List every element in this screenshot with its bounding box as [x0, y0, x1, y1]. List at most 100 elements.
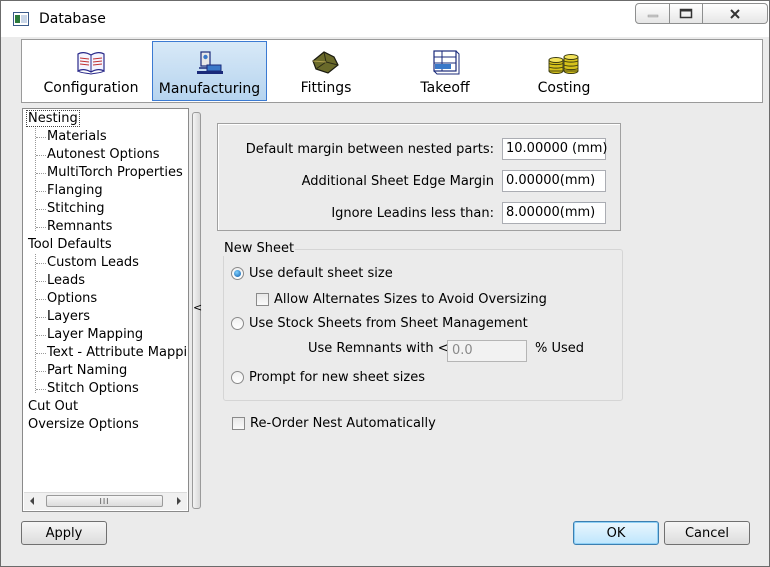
window-app-icon: [13, 12, 29, 26]
tab-takeoff[interactable]: Takeoff: [399, 41, 491, 101]
edge-margin-input[interactable]: 0.00000 (mm): [502, 170, 606, 192]
checkbox-icon: [256, 293, 269, 306]
tree-item-label: Stitch Options: [47, 381, 139, 396]
tree-branch-line: [36, 389, 46, 390]
tree-branch-line: [36, 173, 46, 174]
minimize-icon: [647, 14, 658, 17]
tree-item-stitching[interactable]: Stitching: [47, 200, 105, 218]
tree-item-label: Text - Attribute Mapping: [47, 345, 189, 360]
tree-item-label: Part Naming: [47, 363, 128, 378]
allow-alternates-checkbox[interactable]: Allow Alternates Sizes to Avoid Oversizi…: [256, 292, 547, 307]
cancel-button[interactable]: Cancel: [664, 521, 750, 545]
maximize-button[interactable]: [670, 3, 703, 24]
tree-branch-line: [36, 281, 46, 282]
tab-configuration[interactable]: Configuration: [37, 41, 145, 101]
tree-item-layers[interactable]: Layers: [47, 308, 90, 326]
coins-icon: [548, 54, 579, 74]
use-stock-sheets-radio[interactable]: Use Stock Sheets from Sheet Management: [231, 316, 528, 331]
remnants-percent-input[interactable]: 0.0: [447, 340, 527, 362]
title-bar: Database: [1, 1, 769, 37]
tree-item-multitorch-properties[interactable]: MultiTorch Properties: [47, 164, 183, 182]
tree-item-label: Options: [47, 291, 98, 306]
apply-button[interactable]: Apply: [21, 521, 107, 545]
tree-item-tool-defaults[interactable]: Tool Defaults: [28, 236, 112, 254]
prompt-new-sheet-radio[interactable]: Prompt for new sheet sizes: [231, 370, 425, 385]
tab-manufacturing[interactable]: Manufacturing: [152, 41, 267, 101]
book-icon: [77, 52, 105, 75]
tab-costing[interactable]: Costing: [518, 41, 610, 101]
tab-label: Fittings: [300, 80, 352, 96]
category-toolbar: Configuration Manufacturing Fittings Tak…: [21, 39, 763, 103]
use-default-sheet-radio[interactable]: Use default sheet size: [231, 266, 393, 281]
tree-item-label: Layer Mapping: [47, 327, 144, 342]
leadins-label: Ignore Leadins less than:: [331, 205, 494, 221]
tree-item-text-attribute-mapping[interactable]: Text - Attribute Mapping: [47, 344, 189, 362]
tree-branch-line: [35, 254, 36, 393]
tree-item-materials[interactable]: Materials: [47, 128, 107, 146]
tree-item-autonest-options[interactable]: Autonest Options: [47, 146, 160, 164]
scrollbar-thumb[interactable]: III: [46, 495, 163, 507]
fitting-icon: [312, 51, 339, 74]
use-remnants-label: Use Remnants with <=: [308, 341, 460, 356]
dialog-client: Configuration Manufacturing Fittings Tak…: [11, 37, 763, 559]
tree-branch-line: [36, 317, 46, 318]
radio-selected-icon: [231, 267, 244, 280]
default-margin-unit: (mm): [572, 141, 608, 156]
tree-branch-line: [36, 299, 46, 300]
use-stock-sheets-label: Use Stock Sheets from Sheet Management: [249, 316, 528, 331]
use-default-sheet-label: Use default sheet size: [249, 266, 393, 281]
tree-item-label: Nesting: [26, 110, 80, 127]
minimize-button[interactable]: [635, 3, 670, 24]
tree-branch-line: [36, 371, 46, 372]
default-margin-label: Default margin between nested parts:: [245, 141, 494, 157]
scroll-right-icon[interactable]: [177, 497, 181, 505]
radio-icon: [231, 317, 244, 330]
tree-item-custom-leads[interactable]: Custom Leads: [47, 254, 139, 272]
new-sheet-legend: New Sheet: [223, 241, 296, 256]
tree-item-label: Oversize Options: [28, 417, 139, 432]
tree-item-remnants[interactable]: Remnants: [47, 218, 112, 236]
leadins-input[interactable]: 8.00000 (mm): [502, 202, 606, 224]
tree-item-oversize-options[interactable]: Oversize Options: [28, 416, 139, 434]
tree-item-flanging[interactable]: Flanging: [47, 182, 103, 200]
tree-branch-line: [36, 335, 46, 336]
takeoff-icon: [433, 50, 460, 75]
tree-item-cut-out[interactable]: Cut Out: [28, 398, 78, 416]
tab-fittings[interactable]: Fittings: [280, 41, 372, 101]
tree-item-label: Layers: [47, 309, 91, 324]
tree-item-options[interactable]: Options: [47, 290, 97, 308]
tree-item-label: Stitching: [47, 201, 105, 216]
settings-tree: Nesting Materials Autonest Options Multi…: [22, 108, 189, 512]
tree-branch-line: [36, 209, 46, 210]
prompt-new-sheet-label: Prompt for new sheet sizes: [249, 370, 425, 385]
reorder-nest-checkbox[interactable]: Re-Order Nest Automatically: [232, 416, 436, 431]
machine-icon: [196, 51, 223, 74]
ok-button[interactable]: OK: [573, 521, 659, 545]
tree-item-label: Remnants: [47, 219, 113, 234]
scroll-left-icon[interactable]: [30, 497, 34, 505]
tree-item-label: Materials: [47, 129, 107, 144]
tree-item-part-naming[interactable]: Part Naming: [47, 362, 127, 380]
close-button[interactable]: [703, 3, 768, 24]
panel-splitter[interactable]: <: [192, 112, 202, 509]
leadins-value: 8.00000: [506, 205, 560, 220]
reorder-nest-label: Re-Order Nest Automatically: [250, 416, 436, 431]
tab-label: Manufacturing: [158, 81, 261, 97]
edge-margin-unit: (mm): [559, 173, 596, 188]
close-icon: [730, 8, 740, 19]
tree-item-leads[interactable]: Leads: [47, 272, 85, 290]
tree-branch-line: [36, 137, 46, 138]
tree-item-nesting[interactable]: Nesting: [26, 110, 80, 128]
margins-panel: Default margin between nested parts: 10.…: [217, 123, 621, 231]
edge-margin-value: 0.00000: [506, 173, 560, 188]
percent-used-label: % Used: [535, 341, 585, 356]
default-margin-row: Default margin between nested parts: 10.…: [245, 138, 608, 160]
tab-label: Configuration: [43, 80, 139, 96]
tree-horizontal-scrollbar[interactable]: III: [24, 492, 187, 510]
database-window: Database Configuration Manufacturing Fit…: [0, 0, 770, 567]
tree-item-layer-mapping[interactable]: Layer Mapping: [47, 326, 143, 344]
tree-item-label: MultiTorch Properties: [47, 165, 183, 180]
tree-item-stitch-options[interactable]: Stitch Options: [47, 380, 139, 398]
leadins-unit: (mm): [559, 205, 596, 220]
default-margin-input[interactable]: 10.00000 (mm): [502, 138, 608, 160]
